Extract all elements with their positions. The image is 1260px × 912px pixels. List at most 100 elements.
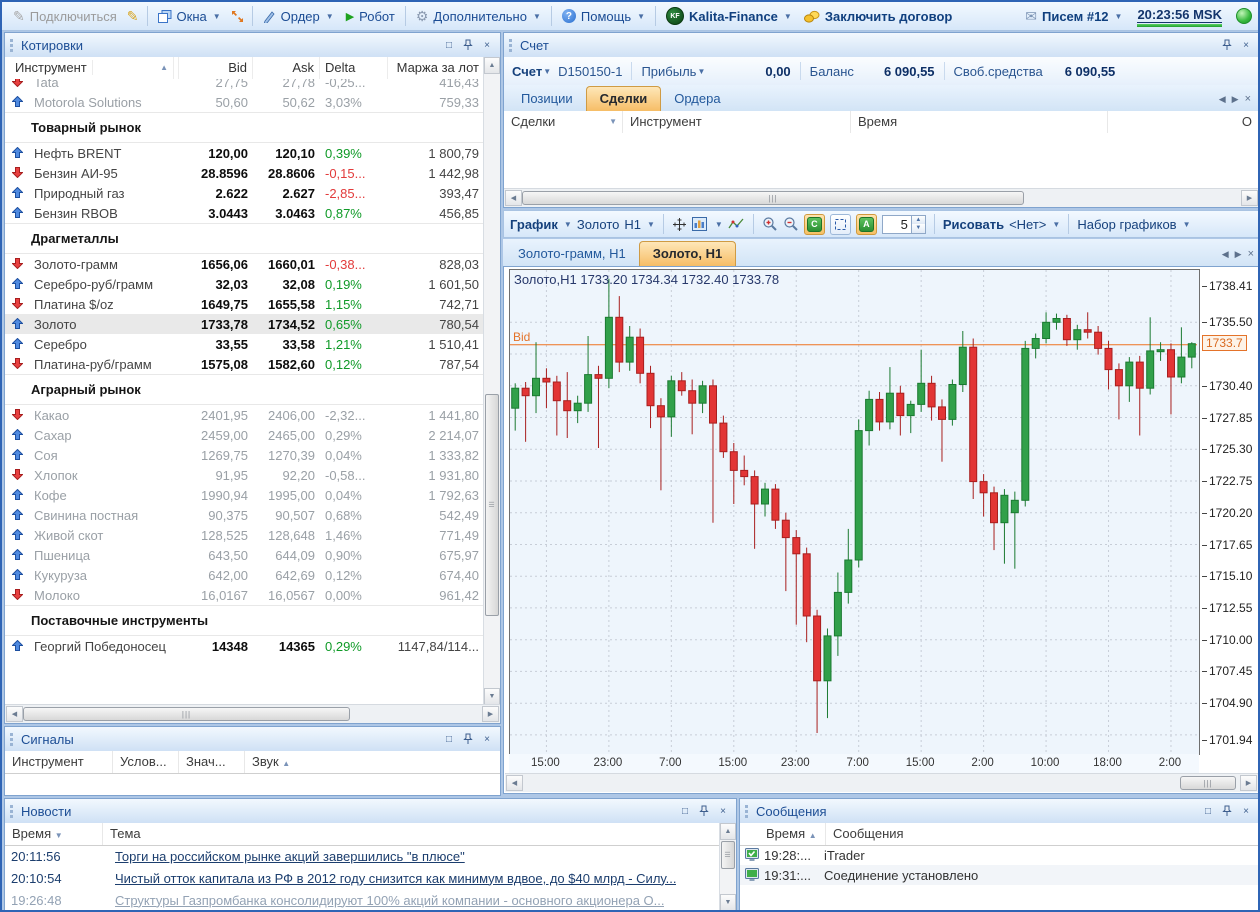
news-row[interactable]: 20:11:56Торги на российском рынке акций … bbox=[5, 845, 720, 867]
scroll-right-icon[interactable]: ▶ bbox=[1240, 775, 1257, 791]
tab-scroll-right-icon[interactable]: ▶ bbox=[1235, 249, 1242, 260]
tab-scroll-right-icon[interactable]: ▶ bbox=[1232, 94, 1239, 105]
quote-row[interactable]: Платина-руб/грамм1575,081582,600,12%787,… bbox=[5, 354, 484, 374]
quote-row[interactable]: Природный газ2.6222.627-2,85...393,47 bbox=[5, 183, 484, 203]
quote-row[interactable]: Свинина постная90,37590,5070,68%542,49 bbox=[5, 505, 484, 525]
scrollbar-thumb[interactable]: ||| bbox=[23, 707, 350, 721]
quote-row[interactable]: Бензин RBOB3.04433.04630,87%456,85 bbox=[5, 203, 484, 223]
scroll-down-icon[interactable]: ▼ bbox=[720, 894, 736, 911]
extra-menu[interactable]: ⚙ Дополнительно ▼ bbox=[411, 6, 546, 27]
quotes-panel-header[interactable]: Котировки □ × bbox=[5, 33, 500, 58]
tab-close-icon[interactable]: × bbox=[1248, 248, 1254, 260]
price-axis[interactable]: 1738.411735.501730.401727.851725.301722.… bbox=[1200, 269, 1258, 755]
float-button[interactable]: □ bbox=[1200, 804, 1216, 819]
column-time[interactable]: Время bbox=[851, 111, 1108, 133]
news-panel-header[interactable]: Новости □ × bbox=[5, 799, 736, 824]
quote-row[interactable]: Motorola Solutions50,6050,623,03%759,33 bbox=[5, 92, 484, 112]
chart-menu-button[interactable]: График bbox=[510, 217, 558, 232]
candles-mode-button[interactable]: C bbox=[804, 214, 825, 235]
messages-panel-header[interactable]: Сообщения □ × bbox=[740, 799, 1259, 824]
broker-menu[interactable]: KF Kalita-Finance ▼ bbox=[661, 5, 797, 27]
bar-width-stepper[interactable]: 5 ▲▼ bbox=[882, 215, 926, 234]
column-sound[interactable]: Звук ▲ bbox=[245, 751, 307, 773]
stepper-arrows[interactable]: ▲▼ bbox=[912, 215, 926, 234]
column-clipped[interactable]: О bbox=[1108, 111, 1259, 133]
scroll-up-icon[interactable]: ▲ bbox=[484, 57, 500, 74]
pin-button[interactable] bbox=[1219, 804, 1235, 819]
stepper-up-icon[interactable]: ▲ bbox=[912, 216, 925, 225]
chart-timeframe-button[interactable]: H1 bbox=[624, 217, 641, 232]
crosshair-icon[interactable] bbox=[672, 217, 687, 232]
float-button[interactable]: □ bbox=[441, 732, 457, 747]
column-time[interactable]: Время ▲ bbox=[740, 823, 826, 845]
quote-row[interactable]: Пшеница643,50644,090,90%675,97 bbox=[5, 545, 484, 565]
fullscreen-button[interactable] bbox=[228, 8, 247, 25]
draw-menu-button[interactable]: Рисовать bbox=[943, 217, 1004, 232]
float-button[interactable]: □ bbox=[441, 38, 457, 53]
message-row[interactable]: 19:28:...iTrader bbox=[740, 845, 1259, 865]
zoom-out-icon[interactable] bbox=[783, 216, 799, 232]
column-time[interactable]: Время ▼ bbox=[5, 823, 103, 845]
template-select[interactable]: <Нет> bbox=[1009, 217, 1046, 232]
scroll-right-icon[interactable]: ▶ bbox=[1241, 190, 1258, 206]
zoom-in-icon[interactable] bbox=[762, 216, 778, 232]
indicators-icon[interactable] bbox=[728, 217, 745, 231]
chart-set-menu[interactable]: Набор графиков bbox=[1077, 217, 1176, 232]
windows-menu[interactable]: Окна ▼ bbox=[153, 7, 226, 26]
quote-row[interactable]: Какао2401,952406,00-2,32...1 441,80 bbox=[5, 405, 484, 425]
scrollbar-thumb[interactable]: ☰ bbox=[721, 841, 735, 869]
close-button[interactable]: × bbox=[715, 804, 731, 819]
tab-scroll-left-icon[interactable]: ◀ bbox=[1219, 94, 1226, 105]
scroll-right-icon[interactable]: ▶ bbox=[482, 706, 499, 722]
quote-row[interactable]: Нефть BRENT120,00120,100,39%1 800,79 bbox=[5, 143, 484, 163]
quote-row[interactable]: Серебро-руб/грамм32,0332,080,19%1 601,50 bbox=[5, 274, 484, 294]
pin-button[interactable] bbox=[460, 38, 476, 53]
quote-row[interactable]: Кукуруза642,00642,690,12%674,40 bbox=[5, 565, 484, 585]
tab-positions[interactable]: Позиции bbox=[508, 87, 586, 111]
stepper-value[interactable]: 5 bbox=[882, 215, 912, 234]
news-row[interactable]: 19:26:48Структуры Газпромбанка консолиди… bbox=[5, 889, 720, 911]
server-clock[interactable]: 20:23:56 MSK bbox=[1133, 5, 1226, 28]
column-topic[interactable]: Тема bbox=[103, 823, 720, 845]
frame-select-button[interactable] bbox=[830, 214, 851, 235]
close-button[interactable]: × bbox=[1238, 804, 1254, 819]
tab-scroll-left-icon[interactable]: ◀ bbox=[1222, 249, 1229, 260]
edit-connection-button[interactable]: ✎ bbox=[124, 7, 142, 25]
quote-row[interactable]: Бензин АИ-9528.859628.8606-0,15...1 442,… bbox=[5, 163, 484, 183]
help-menu[interactable]: ? Помощь ▼ bbox=[557, 7, 650, 26]
quote-row[interactable]: Tata27,7527,78-0,25...416,43 bbox=[5, 79, 484, 92]
news-link[interactable]: Структуры Газпромбанка консолидируют 100… bbox=[115, 893, 664, 908]
quote-row[interactable]: Живой скот128,525128,6481,46%771,49 bbox=[5, 525, 484, 545]
account-label[interactable]: Счет bbox=[512, 64, 542, 79]
quote-row[interactable]: Серебро33,5533,581,21%1 510,41 bbox=[5, 334, 484, 354]
time-axis[interactable]: 15:0023:007:0015:0023:007:0015:002:0010:… bbox=[509, 754, 1199, 774]
scroll-down-icon[interactable]: ▼ bbox=[484, 688, 500, 705]
chart-tab-gold-gram[interactable]: Золото-грамм, H1 bbox=[505, 242, 639, 266]
column-deals[interactable]: Сделки▼ bbox=[504, 111, 623, 133]
tab-deals[interactable]: Сделки bbox=[586, 86, 662, 111]
chart-tab-gold[interactable]: Золото, H1 bbox=[639, 241, 736, 266]
deals-horizontal-scrollbar[interactable]: ◀ ||| ▶ bbox=[504, 188, 1259, 207]
candlestick-chart[interactable]: Золото,H1 1733.20 1734.34 1732.40 1733.7… bbox=[509, 269, 1200, 755]
column-instrument[interactable]: Инструмент▲ bbox=[5, 57, 179, 79]
chart-type-button[interactable] bbox=[692, 217, 709, 231]
quotes-horizontal-scrollbar[interactable]: ◀ ||| ▶ bbox=[5, 704, 500, 723]
column-instrument[interactable]: Инструмент bbox=[623, 111, 851, 133]
scrollbar-thumb[interactable]: ||| bbox=[1180, 776, 1236, 790]
chart-horizontal-scrollbar[interactable]: ◀ ||| ▶ bbox=[505, 773, 1258, 792]
profit-label[interactable]: Прибыль bbox=[641, 64, 696, 79]
scroll-up-icon[interactable]: ▲ bbox=[720, 823, 736, 840]
chart-symbol-label[interactable]: Золото bbox=[577, 217, 620, 232]
column-bid[interactable]: Bid bbox=[179, 57, 253, 79]
autoscale-button[interactable]: A bbox=[856, 214, 877, 235]
news-vertical-scrollbar[interactable]: ▲ ☰ ▼ bbox=[719, 823, 736, 911]
close-button[interactable]: × bbox=[479, 732, 495, 747]
scroll-left-icon[interactable]: ◀ bbox=[6, 706, 23, 722]
news-link[interactable]: Торги на российском рынке акций завершил… bbox=[115, 849, 465, 864]
order-menu[interactable]: Ордер ▼ bbox=[258, 7, 339, 26]
pin-button[interactable] bbox=[1219, 38, 1235, 53]
quote-row[interactable]: Молоко16,016716,05670,00%961,42 bbox=[5, 585, 484, 605]
contract-button[interactable]: Заключить договор bbox=[799, 7, 958, 26]
column-margin[interactable]: Маржа за лот bbox=[388, 57, 484, 79]
quote-row[interactable]: Платина $/oz1649,751655,581,15%742,71 bbox=[5, 294, 484, 314]
